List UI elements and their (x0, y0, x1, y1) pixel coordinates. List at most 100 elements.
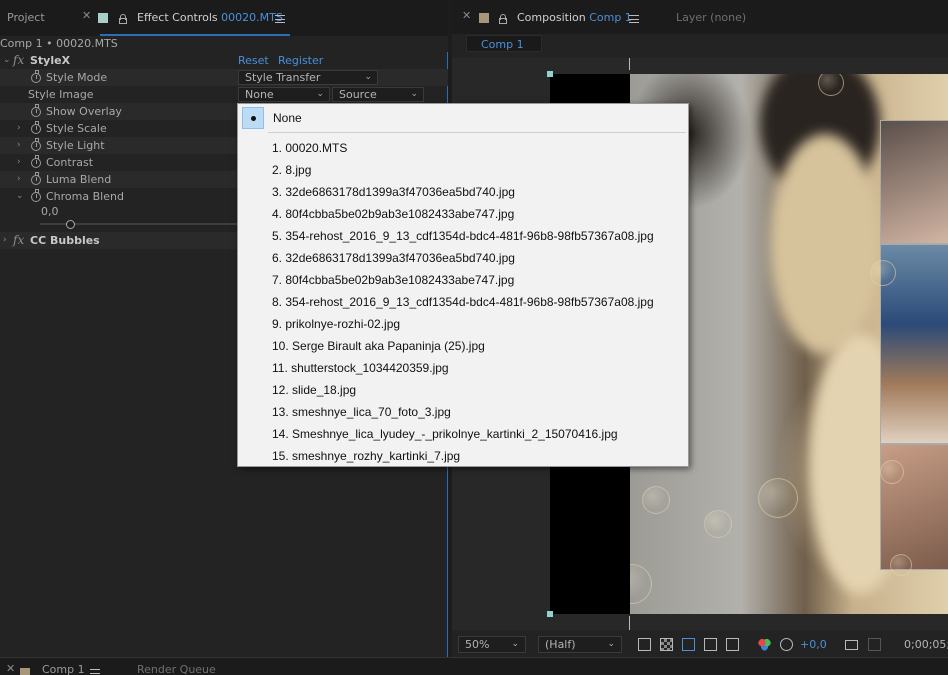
chroma-blend-value[interactable]: 0,0 (41, 205, 59, 219)
channels-icon[interactable] (758, 638, 771, 651)
menu-item[interactable]: 7. 80f4cbba5be02b9ab3e1082433abe747.jpg (272, 269, 654, 291)
current-timecode[interactable]: 0;00;05;2 (904, 638, 948, 651)
layer-corner-handle[interactable] (547, 71, 553, 77)
tab-composition-label: Composition (517, 11, 586, 24)
menu-item[interactable]: 14. Smeshnye_lica_lyudey_-_prikolnye_kar… (272, 423, 654, 445)
menu-item-label: None (273, 111, 302, 125)
resolution-value: (Half) (545, 638, 576, 651)
fast-previews-icon[interactable] (638, 638, 651, 651)
menu-item-none[interactable]: None (239, 105, 687, 131)
selected-radio-icon (242, 107, 264, 129)
menu-item[interactable]: 9. prikolnye-rozhi-02.jpg (272, 313, 654, 335)
menu-item[interactable]: 1. 00020.MTS (272, 137, 654, 159)
property-style-mode: Style Mode Style Transfer ⌄ (0, 69, 448, 86)
tab-effect-controls-label: Effect Controls (137, 11, 218, 24)
close-icon[interactable]: ✕ (6, 662, 15, 675)
layer-corner-handle[interactable] (547, 611, 553, 617)
menu-item[interactable]: 13. smeshnye_lica_70_foto_3.jpg (272, 401, 654, 423)
left-tab-bar: Project ✕ Effect Controls 00020.MTS (0, 0, 448, 36)
lock-icon[interactable] (499, 14, 507, 24)
stopwatch-icon[interactable] (31, 155, 41, 168)
bubble (642, 486, 670, 514)
lock-icon[interactable] (119, 14, 127, 24)
fx-icon[interactable]: fx (13, 52, 24, 69)
tab-timeline-comp[interactable]: Comp 1 (42, 664, 85, 675)
tab-composition[interactable]: Composition Comp 1 (517, 8, 632, 28)
layer-breadcrumb: Comp 1 • 00020.MTS (0, 36, 448, 52)
region-of-interest-icon[interactable] (704, 638, 717, 651)
menu-item[interactable]: 5. 354-rehost_2016_9_13_cdf1354d-bdc4-48… (272, 225, 654, 247)
stopwatch-icon[interactable] (31, 172, 41, 185)
tab-effect-controls[interactable]: Effect Controls 00020.MTS (137, 8, 283, 28)
effect-name: CC Bubbles (30, 234, 100, 247)
menu-icon[interactable] (90, 669, 100, 675)
menu-item[interactable]: 3. 32de6863178d1399a3f47036ea5bd740.jpg (272, 181, 654, 203)
reset-exposure-icon[interactable] (780, 638, 793, 651)
panel-color-swatch (479, 13, 489, 23)
bubble (758, 478, 798, 518)
camera-icon[interactable] (845, 640, 858, 650)
twirl-right-icon[interactable]: › (3, 232, 7, 249)
twirl-down-icon[interactable]: ⌄ (16, 188, 24, 205)
panel-color-swatch (98, 13, 108, 23)
menu-item[interactable]: 8. 354-rehost_2016_9_13_cdf1354d-bdc4-48… (272, 291, 654, 313)
effect-stylex-row[interactable]: ⌄ fx StyleX Reset Register (0, 52, 448, 69)
chevron-down-icon: ⌄ (410, 89, 418, 99)
close-icon[interactable]: ✕ (462, 9, 471, 22)
fx-icon[interactable]: fx (13, 232, 24, 249)
bubble (630, 564, 652, 604)
light-fur-texture (770, 134, 880, 354)
menu-icon[interactable] (629, 15, 639, 23)
property-label: Show Overlay (46, 105, 122, 118)
stopwatch-icon[interactable] (31, 104, 41, 117)
style-image-dropdown[interactable]: None ⌄ (238, 87, 330, 102)
panel-color-swatch (20, 668, 30, 675)
tab-layer[interactable]: Layer (none) (676, 8, 746, 28)
reset-link[interactable]: Reset (238, 52, 269, 69)
resolution-dropdown[interactable]: (Half) ⌄ (538, 636, 622, 653)
menu-separator (268, 132, 686, 133)
comp-navigator-tab[interactable]: Comp 1 (466, 35, 542, 52)
source-value: Source (339, 88, 377, 101)
property-label: Chroma Blend (46, 190, 124, 203)
property-label: Contrast (46, 156, 94, 169)
stopwatch-icon[interactable] (31, 70, 41, 83)
mask-visibility-icon[interactable] (682, 638, 695, 651)
tab-project[interactable]: Project (7, 8, 45, 28)
register-link[interactable]: Register (278, 52, 323, 69)
style-mode-dropdown[interactable]: Style Transfer ⌄ (238, 70, 378, 85)
source-dropdown[interactable]: Source ⌄ (332, 87, 424, 102)
twirl-down-icon[interactable]: ⌄ (3, 52, 11, 69)
menu-icon[interactable] (275, 15, 285, 23)
property-label: Style Light (46, 139, 105, 152)
menu-item[interactable]: 12. slide_18.jpg (272, 379, 654, 401)
chroma-blend-slider-knob[interactable] (66, 220, 75, 229)
twirl-right-icon[interactable]: › (17, 171, 21, 188)
twirl-right-icon[interactable]: › (17, 137, 21, 154)
show-snapshot-icon[interactable] (868, 638, 881, 651)
style-image-dropdown-menu: None 1. 00020.MTS 2. 8.jpg 3. 32de686317… (237, 103, 689, 467)
stopwatch-icon[interactable] (31, 138, 41, 151)
transparency-grid-icon[interactable] (660, 638, 673, 651)
tab-render-queue[interactable]: Render Queue (137, 664, 216, 675)
zoom-value: 50% (465, 638, 490, 651)
menu-item[interactable]: 11. shutterstock_1034420359.jpg (272, 357, 654, 379)
menu-item[interactable]: 2. 8.jpg (272, 159, 654, 181)
menu-item[interactable]: 4. 80f4cbba5be02b9ab3e1082433abe747.jpg (272, 203, 654, 225)
zoom-dropdown[interactable]: 50% ⌄ (458, 636, 526, 653)
twirl-right-icon[interactable]: › (17, 120, 21, 137)
property-label: Style Scale (46, 122, 107, 135)
menu-item[interactable]: 6. 32de6863178d1399a3f47036ea5bd740.jpg (272, 247, 654, 269)
viewer-toolbar: 50% ⌄ (Half) ⌄ +0,0 0;00;05;2 (452, 632, 948, 657)
grid-guides-icon[interactable] (726, 638, 739, 651)
close-icon[interactable]: ✕ (82, 9, 91, 22)
menu-item[interactable]: 10. Serge Birault aka Papaninja (25).jpg (272, 335, 654, 357)
twirl-right-icon[interactable]: › (17, 154, 21, 171)
stopwatch-icon[interactable] (31, 189, 41, 202)
stopwatch-icon[interactable] (31, 121, 41, 134)
tab-effect-controls-file: 00020.MTS (221, 11, 283, 24)
menu-item[interactable]: 15. smeshnye_rozhy_kartinki_7.jpg (272, 445, 654, 467)
bubble (880, 460, 904, 484)
right-tab-bar: ✕ Composition Comp 1 Layer (none) (452, 0, 948, 34)
exposure-value[interactable]: +0,0 (800, 638, 827, 651)
